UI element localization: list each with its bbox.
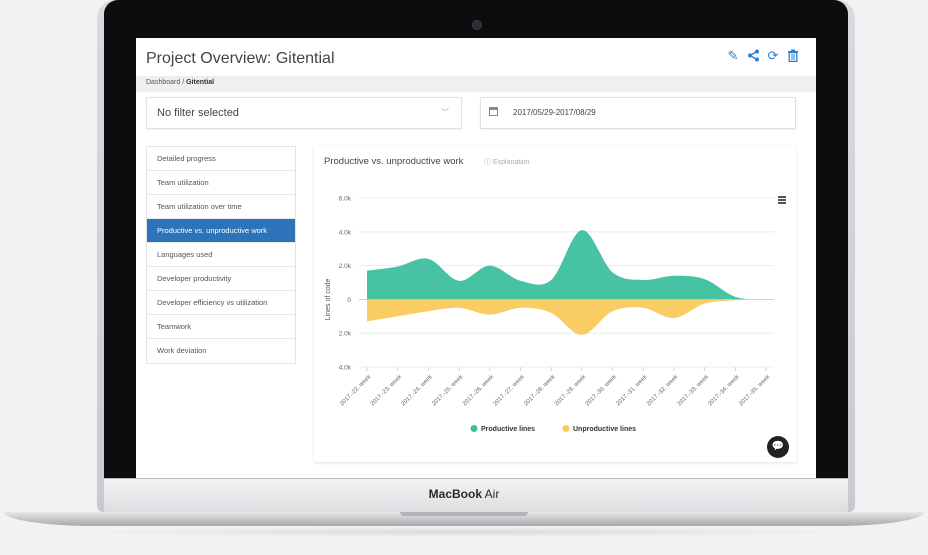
x-tick-label: 2017.-30. week [585,373,619,407]
series-area-productive [367,230,766,300]
report-nav: Detailed progress Team utilization Team … [146,146,296,364]
legend-label: Productive lines [481,426,535,433]
app-screen: Project Overview: Gitential ✎ ⟳ Dashboar… [136,38,816,478]
x-tick-label: 2017.-32. week [646,373,680,407]
nav-item-team-utilization[interactable]: Team utilization [147,171,295,195]
calendar-icon [489,107,498,116]
x-tick-label: 2017.-28. week [523,373,557,407]
legend-label: Unproductive lines [573,426,636,433]
date-range-field[interactable]: 2017/05/29-2017/08/29 [480,97,796,129]
y-tick-label: 2.0k [339,331,352,338]
nav-item-work-deviation[interactable]: Work deviation [147,339,295,363]
chat-icon[interactable]: 💬 [767,436,789,458]
filter-value: No filter selected [157,107,239,119]
y-tick-label: 4.0k [339,365,352,372]
nav-item-teamwork[interactable]: Teamwork [147,315,295,339]
chart-card: Productive vs. unproductive work ⓘ Expla… [314,146,796,462]
device-brand: MacBook Air [0,487,928,501]
x-tick-label: 2017.-25. week [431,373,465,407]
y-axis-label: Lines of code [325,278,332,320]
chevron-down-icon: ﹀ [441,108,449,117]
x-tick-label: 2017.-35. week [738,373,772,407]
date-range-value: 2017/05/29-2017/08/29 [513,108,596,117]
breadcrumb: Dashboard / Gitential [146,79,214,86]
nav-item-developer-productivity[interactable]: Developer productivity [147,267,295,291]
header-actions: ✎ ⟳ [726,49,800,63]
base-notch [400,512,528,516]
x-tick-label: 2017.-26. week [462,373,496,407]
y-tick-label: 6.0k [339,196,352,203]
filter-select[interactable]: No filter selected ﹀ [146,97,462,129]
y-tick-label: 0 [347,297,351,304]
y-tick-label: 2.0k [339,263,352,270]
nav-item-productive-vs-unproductive[interactable]: Productive vs. unproductive work [147,219,295,243]
x-tick-label: 2017.-33. week [677,373,711,407]
camera-icon [472,20,482,30]
breadcrumb-current: Gitential [186,79,215,86]
nav-item-languages-used[interactable]: Languages used [147,243,295,267]
x-tick-label: 2017.-23. week [370,373,404,407]
breadcrumb-root[interactable]: Dashboard [146,79,180,86]
y-tick-label: 4.0k [339,229,352,236]
x-tick-label: 2017.-31. week [615,373,649,407]
legend-marker [470,425,478,432]
laptop-shadow [60,527,868,537]
trash-icon[interactable] [786,49,800,63]
page-title: Project Overview: Gitential [146,50,335,67]
pencil-icon[interactable]: ✎ [726,49,740,63]
legend-marker [562,425,570,432]
brand-rest: Air [482,487,500,501]
x-tick-label: 2017.-27. week [493,373,527,407]
x-tick-label: 2017.-22. week [339,373,373,407]
nav-item-developer-efficiency[interactable]: Developer efficiency vs utilization [147,291,295,315]
series-area-unproductive [367,299,766,335]
x-tick-label: 2017.-24. week [401,373,435,407]
breadcrumb-bar: Dashboard / Gitential [136,76,816,92]
x-tick-label: 2017.-34. week [707,373,741,407]
nav-item-team-utilization-over-time[interactable]: Team utilization over time [147,195,295,219]
brand-bold: MacBook [428,487,482,501]
share-icon[interactable] [746,49,760,63]
refresh-icon[interactable]: ⟳ [766,49,780,63]
app-header: Project Overview: Gitential ✎ ⟳ [136,38,816,76]
x-tick-label: 2017.-29. week [554,373,588,407]
area-chart: 6.0k 4.0k 2.0k 0 2.0k 4.0k Lines of code 2017.-… [325,196,774,433]
nav-item-detailed-progress[interactable]: Detailed progress [147,147,295,171]
